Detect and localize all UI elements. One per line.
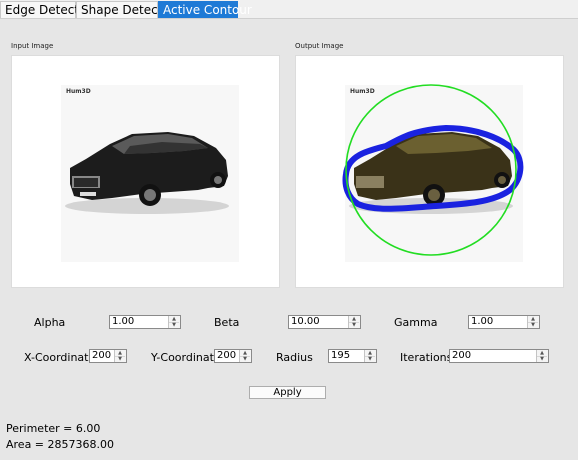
iterations-value: 200 <box>452 350 472 361</box>
x-coordinate-spinbox[interactable]: 200 ▲ ▼ <box>89 349 127 363</box>
tab-shape-detector[interactable]: Shape Detector <box>76 1 175 18</box>
iterations-label: Iterations <box>400 351 453 364</box>
radius-label: Radius <box>276 351 313 364</box>
arrow-down-icon[interactable]: ▼ <box>537 356 547 362</box>
arrow-down-icon[interactable]: ▼ <box>169 322 179 328</box>
alpha-spinbox[interactable]: 1.00 ▲ ▼ <box>109 315 181 329</box>
gamma-value: 1.00 <box>471 316 494 327</box>
y-coordinate-label: Y-Coordinate <box>151 351 221 364</box>
beta-spinbox[interactable]: 10.00 ▲ ▼ <box>288 315 361 329</box>
perimeter-result: Perimeter = 6.00 <box>6 422 101 435</box>
beta-value: 10.00 <box>291 316 320 327</box>
iterations-spin-arrows[interactable]: ▲ ▼ <box>536 350 548 362</box>
beta-label: Beta <box>214 316 240 329</box>
tab-edge-detector[interactable]: Edge Detector <box>0 1 91 18</box>
iterations-spinbox[interactable]: 200 ▲ ▼ <box>449 349 549 363</box>
y-coordinate-spinbox[interactable]: 200 ▲ ▼ <box>214 349 252 363</box>
beta-spin-arrows[interactable]: ▲ ▼ <box>348 316 360 328</box>
alpha-label: Alpha <box>34 316 66 329</box>
input-car-image: Hum3D <box>61 85 239 262</box>
output-image-view: Hum3D <box>295 55 564 288</box>
output-car-image: Hum3D <box>342 84 524 262</box>
output-watermark: Hum3D <box>350 88 375 95</box>
arrow-down-icon[interactable]: ▼ <box>365 356 375 362</box>
radius-spinbox[interactable]: 195 ▲ ▼ <box>328 349 377 363</box>
tab-active-contour[interactable]: Active Contour <box>158 1 252 18</box>
radius-value: 195 <box>331 350 351 361</box>
area-result: Area = 2857368.00 <box>6 438 115 451</box>
arrow-down-icon[interactable]: ▼ <box>528 322 538 328</box>
arrow-down-icon[interactable]: ▼ <box>115 356 125 362</box>
input-image-label: Input Image <box>11 42 54 50</box>
gamma-spinbox[interactable]: 1.00 ▲ ▼ <box>468 315 540 329</box>
input-watermark: Hum3D <box>66 88 91 95</box>
input-image-view: Hum3D <box>11 55 280 288</box>
alpha-spin-arrows[interactable]: ▲ ▼ <box>168 316 180 328</box>
x-coordinate-spin-arrows[interactable]: ▲ ▼ <box>114 350 126 362</box>
arrow-down-icon[interactable]: ▼ <box>349 322 359 328</box>
output-image-label: Output Image <box>295 42 344 50</box>
tab-bar: Edge Detector Shape Detector Active Cont… <box>0 0 578 19</box>
apply-button[interactable]: Apply <box>249 386 326 399</box>
arrow-down-icon[interactable]: ▼ <box>240 356 250 362</box>
x-coordinate-value: 200 <box>92 350 112 361</box>
gamma-label: Gamma <box>394 316 438 329</box>
gamma-spin-arrows[interactable]: ▲ ▼ <box>527 316 539 328</box>
y-coordinate-value: 200 <box>217 350 237 361</box>
y-coordinate-spin-arrows[interactable]: ▲ ▼ <box>239 350 251 362</box>
alpha-value: 1.00 <box>112 316 135 327</box>
radius-spin-arrows[interactable]: ▲ ▼ <box>364 350 376 362</box>
x-coordinate-label: X-Coordinate <box>24 351 96 364</box>
